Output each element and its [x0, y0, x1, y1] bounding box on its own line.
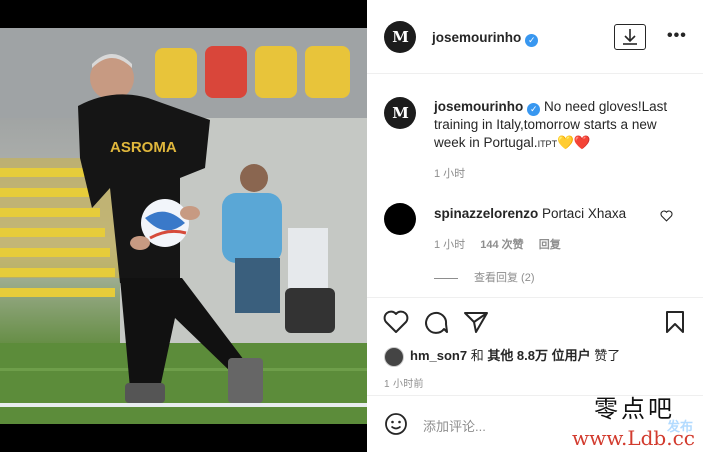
- caption-emoji: 💛❤️: [557, 135, 591, 150]
- verified-badge-icon: ✓: [525, 34, 539, 47]
- post-photo[interactable]: ASROMA: [0, 28, 367, 424]
- download-button[interactable]: [614, 24, 646, 50]
- like-heart-icon[interactable]: [383, 310, 409, 334]
- comment-reply-link[interactable]: 回复: [539, 239, 561, 251]
- likes-summary: hm_son7 和 其他 8.8万 位用户 赞了: [384, 345, 620, 367]
- likes-connector: 和: [467, 348, 488, 363]
- emoji-smiley-icon[interactable]: [384, 412, 408, 436]
- caption-tag: ITPT: [537, 139, 558, 149]
- header-username[interactable]: josemourinho ✓: [432, 30, 539, 47]
- comment-text: spinazzelorenzo Portaci Xhaxa: [434, 206, 626, 221]
- liker-avatar[interactable]: [384, 346, 404, 367]
- likes-others-link[interactable]: 其他 8.8万 位用户: [487, 348, 590, 363]
- caption-text: josemourinho ✓ No need gloves!Last traini…: [434, 98, 684, 153]
- post-timestamp: 1 小时前: [384, 379, 424, 390]
- verified-badge-icon: ✓: [527, 103, 541, 116]
- comment-username[interactable]: spinazzelorenzo: [434, 206, 538, 221]
- download-icon: [623, 29, 637, 45]
- comment-meta: 1 小时 144 次赞 回复: [434, 236, 573, 252]
- comment-like-heart-icon[interactable]: [660, 210, 673, 222]
- liker-username[interactable]: hm_son7: [410, 348, 467, 363]
- photo-illustration: ASROMA: [0, 28, 367, 424]
- comment-time: 1 小时: [434, 239, 466, 251]
- view-replies-label[interactable]: 查看回复 (2): [474, 272, 535, 284]
- caption-username[interactable]: josemourinho: [434, 99, 523, 114]
- shirt-text: ASROMA: [110, 139, 177, 156]
- watermark: 零点吧 www.Ldb.cc: [572, 389, 695, 450]
- avatar[interactable]: M: [384, 21, 416, 53]
- replies-divider: [434, 277, 458, 279]
- comment-input[interactable]: 添加评论...: [423, 416, 486, 435]
- likes-suffix: 赞了: [590, 348, 621, 363]
- comment-body: Portaci Xhaxa: [542, 206, 627, 221]
- post-header: M josemourinho ✓ •••: [367, 0, 703, 74]
- header-username-text[interactable]: josemourinho: [432, 30, 521, 45]
- view-replies-link[interactable]: 查看回复 (2): [434, 269, 535, 285]
- photo-pane: ASROMA: [0, 0, 367, 452]
- caption-time: 1 小时: [434, 168, 466, 180]
- caption-avatar[interactable]: M: [384, 97, 416, 129]
- comment-bubble-icon[interactable]: [423, 310, 449, 334]
- watermark-url: www.Ldb.cc: [572, 426, 695, 450]
- save-bookmark-icon[interactable]: [664, 310, 686, 334]
- watermark-cn: 零点吧: [594, 395, 675, 423]
- more-options-icon[interactable]: •••: [667, 27, 687, 45]
- comment-likes[interactable]: 144 次赞: [480, 239, 523, 251]
- share-paper-plane-icon[interactable]: [463, 310, 489, 334]
- post-sidebar: M josemourinho ✓ ••• M josemourinho ✓ No n…: [367, 0, 703, 452]
- commenter-avatar[interactable]: [384, 203, 416, 235]
